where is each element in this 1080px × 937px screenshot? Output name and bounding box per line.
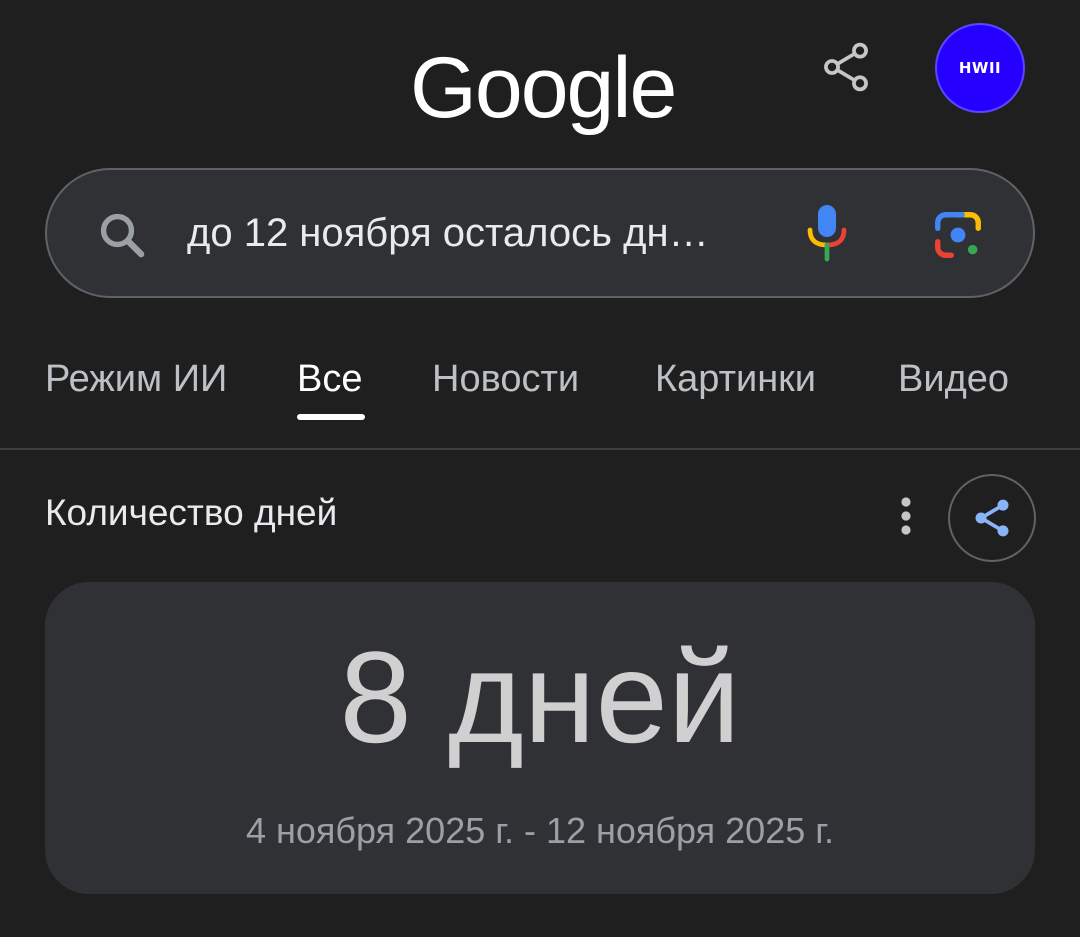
search-tabs: Режим ИИ Все Новости Картинки Видео [0,340,1080,450]
microphone-icon[interactable] [803,203,851,263]
search-icon[interactable] [95,208,149,262]
share-icon[interactable] [815,36,877,98]
tab-videos[interactable]: Видео [898,358,1009,401]
share-icon [975,499,1009,537]
tab-images[interactable]: Картинки [655,358,816,401]
avatar-label: HWII [958,59,1002,77]
card-title: Количество дней [45,492,338,533]
date-range: 4 ноября 2025 г. - 12 ноября 2025 г. [246,810,834,851]
day-count-result: 8 дней [339,624,741,770]
day-count-card: 8 дней 4 ноября 2025 г. - 12 ноября 2025… [45,582,1035,894]
search-input[interactable]: до 12 ноября осталось дн… [187,170,767,296]
search-results-page: Google HWII до 12 ноября осталось дн… Ре… [0,0,1080,937]
google-logo[interactable]: Google [410,38,677,138]
tab-news[interactable]: Новости [432,358,579,401]
tab-ai-mode[interactable]: Режим ИИ [45,358,227,401]
tab-all[interactable]: Все [297,358,362,401]
search-bar[interactable]: до 12 ноября осталось дн… [45,168,1035,298]
active-tab-indicator [297,414,365,420]
camera-lens-icon[interactable] [931,208,985,262]
account-avatar[interactable]: HWII [935,23,1025,113]
more-options-icon[interactable] [890,494,922,538]
card-share-button[interactable] [948,474,1036,562]
